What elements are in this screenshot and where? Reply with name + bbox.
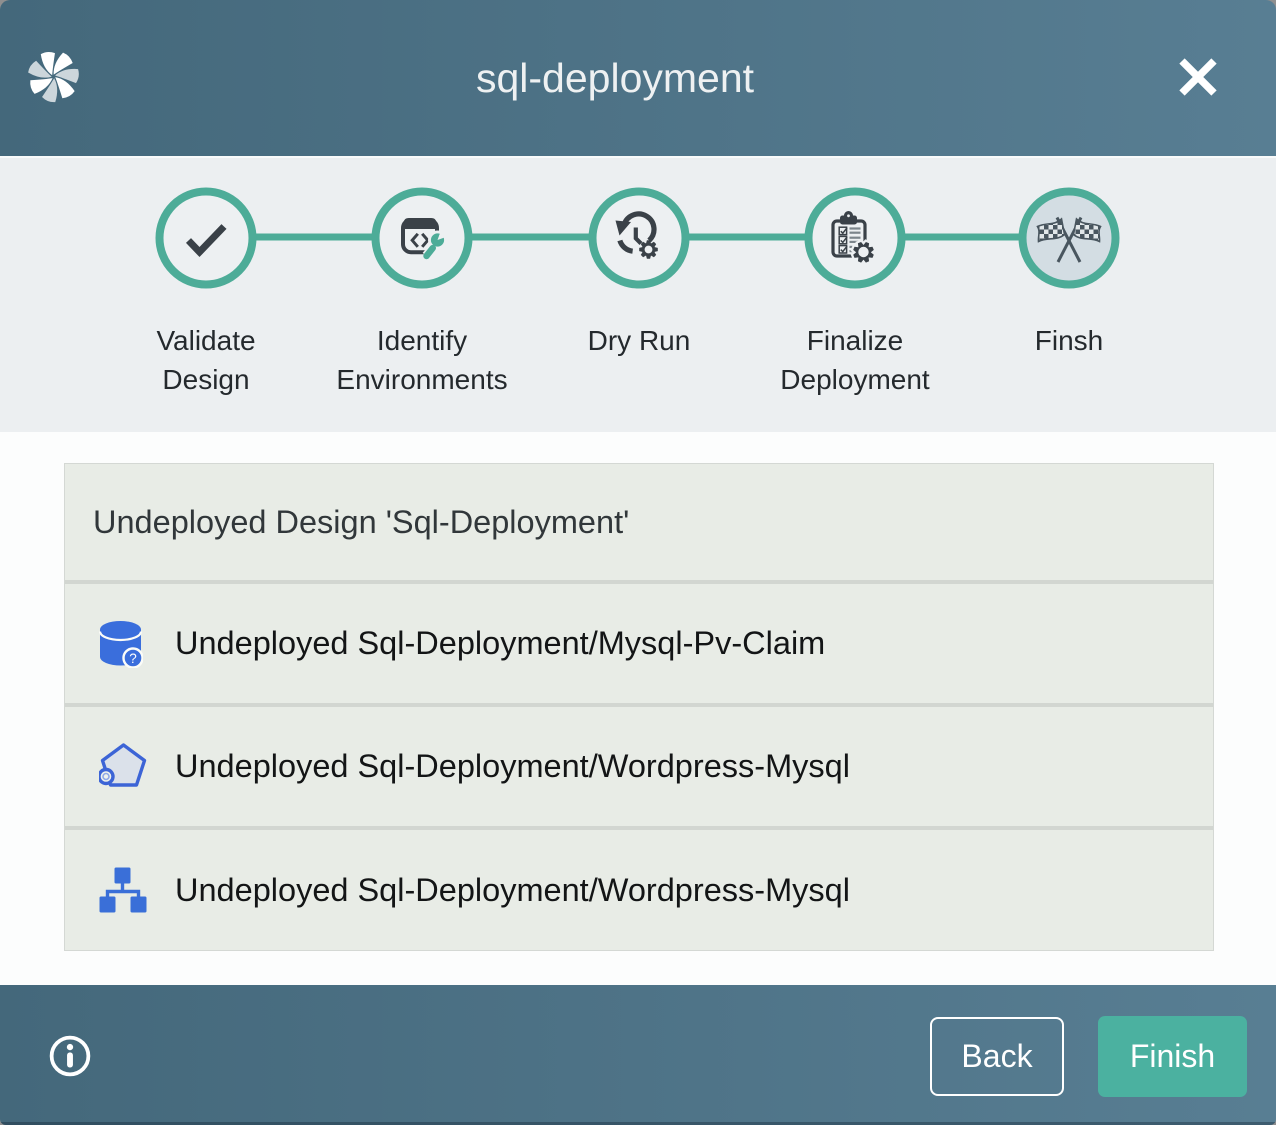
svg-text:?: ? <box>129 651 137 666</box>
